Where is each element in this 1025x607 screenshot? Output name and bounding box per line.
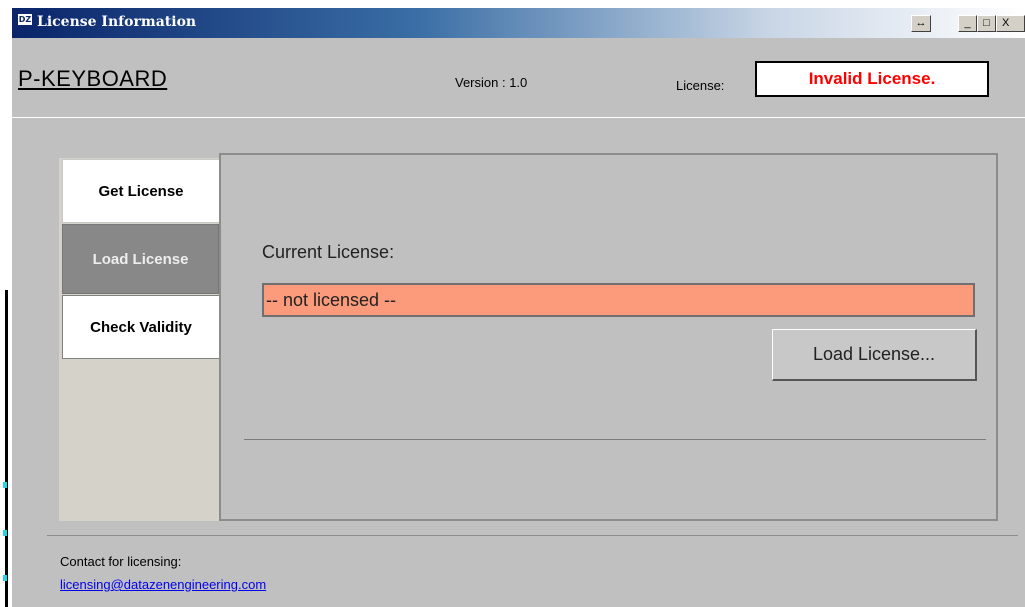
tab-load-license[interactable]: Load License [62,224,219,294]
panel-divider [244,439,986,440]
load-license-button[interactable]: Load License... [772,329,977,381]
load-license-panel: Current License: -- not licensed -- Load… [219,153,998,521]
license-status-box: Invalid License. [755,61,989,97]
close-button[interactable]: X [996,15,1025,32]
header-divider [12,117,1025,118]
version-label: Version : 1.0 [455,75,528,90]
resize-button[interactable]: ↔ [911,15,931,32]
window-title: License Information [37,14,197,30]
footer-divider [47,535,1018,536]
contact-email-link[interactable]: licensing@datazenengineering.com [60,577,266,592]
tab-get-license[interactable]: Get License [62,159,219,223]
app-logo-icon: DZ [18,14,32,25]
maximize-button[interactable]: □ [977,15,996,32]
tab-check-validity[interactable]: Check Validity [62,295,219,359]
desktop-edge-dot [3,575,7,581]
desktop-background-edge [0,0,12,607]
tab-strip: Get License Load License Check Validity [59,158,219,521]
minimize-button[interactable]: _ [958,15,977,32]
product-name: P-KEYBOARD [18,66,168,91]
current-license-field[interactable]: -- not licensed -- [262,283,975,317]
current-license-label: Current License: [262,242,395,262]
desktop-edge-dot [3,482,7,488]
license-label: License: [676,78,725,93]
title-bar[interactable]: DZ License Information ↔ _ □ X [12,8,1025,38]
desktop-edge-dot [3,530,7,536]
license-window: DZ License Information ↔ _ □ X P-KEYBOAR… [12,8,1025,607]
desktop-edge-bar [5,290,8,607]
contact-label: Contact for licensing: [60,554,182,569]
